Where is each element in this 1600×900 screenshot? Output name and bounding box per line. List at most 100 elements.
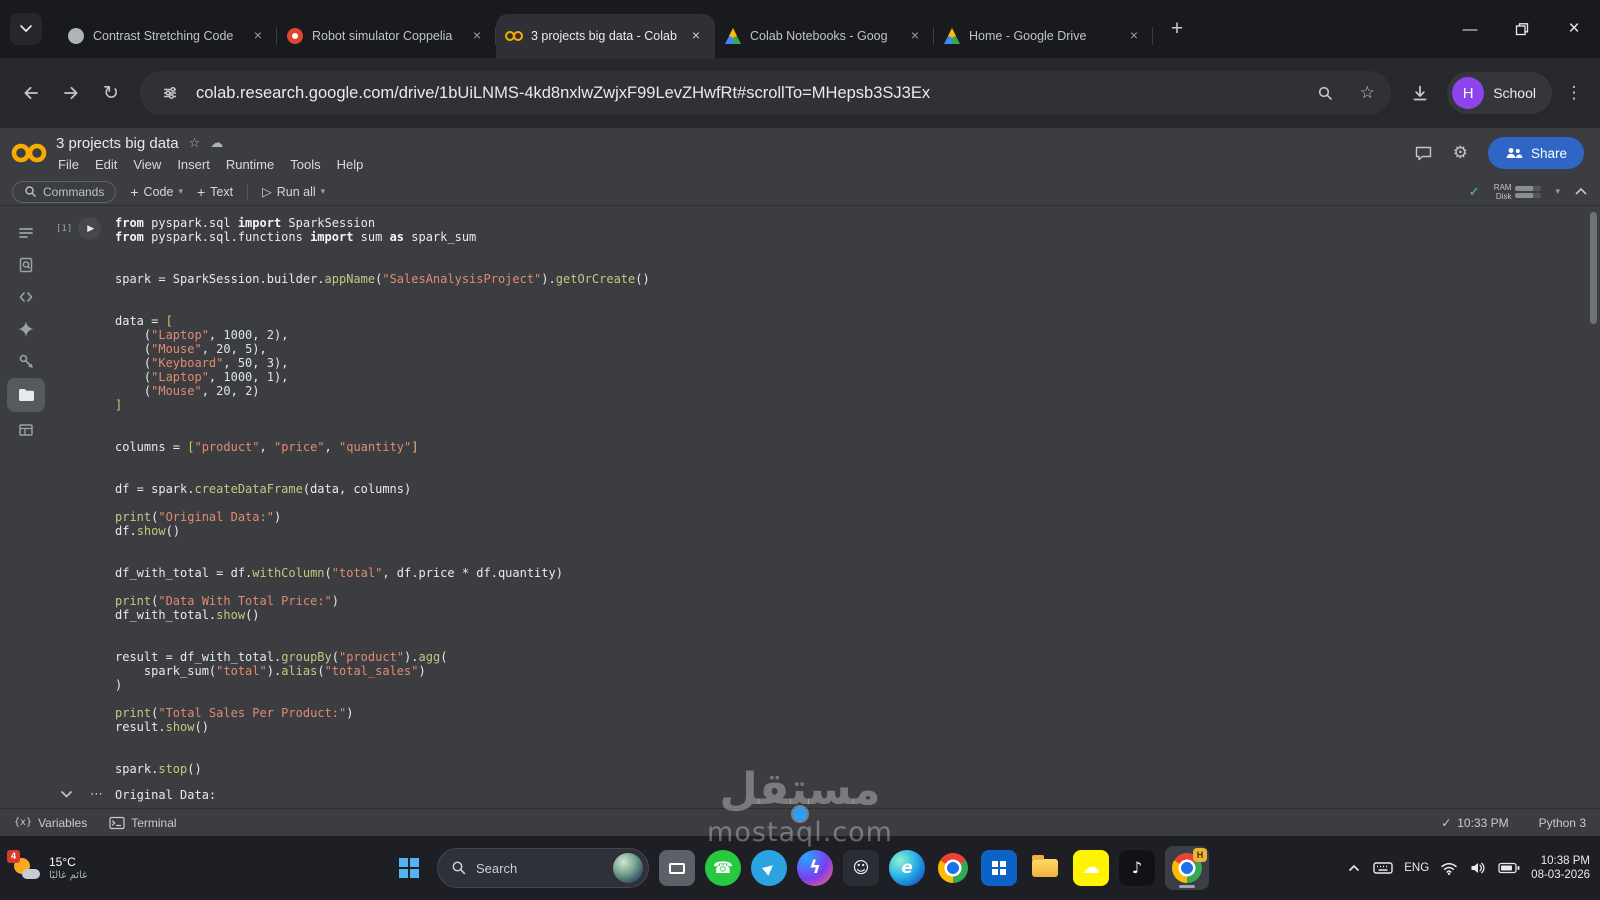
scrollbar-thumb[interactable] bbox=[1590, 212, 1597, 324]
file-explorer-taskbar-icon[interactable] bbox=[1027, 850, 1063, 886]
weather-temp: 15°C bbox=[49, 855, 76, 869]
code-snippets-icon[interactable] bbox=[7, 282, 45, 311]
divider bbox=[247, 184, 249, 199]
data-table-icon[interactable] bbox=[7, 415, 45, 444]
menu-item-insert[interactable]: Insert bbox=[169, 156, 218, 173]
close-button[interactable]: × bbox=[1548, 0, 1600, 58]
notebook-title[interactable]: 3 projects big data bbox=[56, 135, 179, 152]
tab-close-icon[interactable]: × bbox=[249, 27, 267, 45]
comments-button[interactable] bbox=[1414, 144, 1433, 162]
weather-widget[interactable]: 4 15°C غائم غالبًا bbox=[7, 850, 88, 882]
cell-more-icon[interactable]: ⋯ bbox=[90, 786, 104, 802]
system-tray: ENG 10:38 PM 08-03-2026 bbox=[1346, 854, 1590, 882]
run-cell-button[interactable]: ▶ bbox=[78, 217, 102, 240]
collapse-output-icon[interactable] bbox=[60, 790, 73, 799]
browser-tab[interactable]: Contrast Stretching Code × bbox=[58, 14, 277, 58]
tab-close-icon[interactable]: × bbox=[906, 27, 924, 45]
resource-meter[interactable]: RAM Disk bbox=[1494, 183, 1542, 201]
reload-button[interactable]: ↻ bbox=[92, 74, 130, 112]
tab-close-icon[interactable]: × bbox=[687, 27, 705, 45]
minimize-button[interactable]: — bbox=[1444, 0, 1496, 58]
start-button[interactable] bbox=[391, 850, 427, 886]
add-text-button[interactable]: + Text bbox=[197, 184, 233, 200]
whatsapp-glyph-icon: ☎ bbox=[713, 858, 733, 877]
commands-button[interactable]: Commands bbox=[12, 180, 117, 203]
profile-chip[interactable]: H School bbox=[1447, 72, 1552, 114]
tray-chevron-up-icon[interactable] bbox=[1346, 861, 1362, 875]
settings-gear-icon[interactable]: ⚙ bbox=[1453, 143, 1468, 163]
url-text[interactable]: colab.research.google.com/drive/1bUiLNMS… bbox=[196, 84, 1299, 103]
messenger-glyph-icon: ϟ bbox=[809, 857, 821, 878]
menu-item-edit[interactable]: Edit bbox=[87, 156, 125, 173]
add-code-button[interactable]: + Code ▾ bbox=[130, 184, 183, 200]
telegram-taskbar-icon[interactable]: ▶ bbox=[751, 850, 787, 886]
forward-button[interactable] bbox=[52, 74, 90, 112]
edge-taskbar-icon[interactable]: e bbox=[889, 850, 925, 886]
chrome-profile-taskbar-icon[interactable]: H bbox=[1165, 846, 1209, 890]
run-all-button[interactable]: ▷ Run all ▾ bbox=[262, 184, 326, 200]
browser-tab[interactable]: Colab Notebooks - Goog × bbox=[715, 14, 934, 58]
tab-close-icon[interactable]: × bbox=[1125, 27, 1143, 45]
output-preview: ⋯ Original Data: bbox=[52, 786, 1600, 802]
weather-condition: غائم غالبًا bbox=[49, 870, 88, 881]
downloads-button[interactable] bbox=[1401, 74, 1439, 112]
pinned-window-taskbar-icon[interactable] bbox=[659, 850, 695, 886]
menu-item-runtime[interactable]: Runtime bbox=[218, 156, 282, 173]
menu-item-tools[interactable]: Tools bbox=[282, 156, 328, 173]
weather-icon: 4 bbox=[7, 850, 40, 882]
back-button[interactable] bbox=[12, 74, 50, 112]
messenger-taskbar-icon[interactable]: ϟ bbox=[797, 850, 833, 886]
restore-button[interactable] bbox=[1496, 0, 1548, 58]
snapchat-taskbar-icon[interactable]: ☁ bbox=[1073, 850, 1109, 886]
code-area[interactable]: from pyspark.sql import SparkSession from… bbox=[115, 216, 1600, 776]
battery-icon[interactable] bbox=[1498, 861, 1520, 875]
microsoft-store-taskbar-icon[interactable] bbox=[981, 850, 1017, 886]
secrets-icon[interactable] bbox=[7, 346, 45, 375]
omnibox[interactable]: colab.research.google.com/drive/1bUiLNMS… bbox=[140, 71, 1392, 115]
variables-button[interactable]: {x} Variables bbox=[14, 816, 87, 830]
menu-item-file[interactable]: File bbox=[56, 156, 87, 173]
touch-keyboard-icon[interactable] bbox=[1373, 860, 1393, 876]
language-indicator[interactable]: ENG bbox=[1404, 862, 1429, 874]
chrome-taskbar-icon[interactable] bbox=[935, 850, 971, 886]
clock[interactable]: 10:38 PM 08-03-2026 bbox=[1531, 854, 1590, 882]
terminal-button[interactable]: Terminal bbox=[109, 816, 177, 830]
volume-icon[interactable] bbox=[1469, 860, 1487, 876]
browser-menu-button[interactable]: ⋮ bbox=[1560, 83, 1588, 103]
browser-tab[interactable]: 3 projects big data - Colab × bbox=[496, 14, 715, 58]
search-icon bbox=[25, 186, 36, 197]
gemini-icon[interactable] bbox=[7, 314, 45, 343]
chevron-down-icon: ▾ bbox=[320, 186, 326, 196]
new-tab-button[interactable]: + bbox=[1161, 13, 1193, 45]
tab-search-button[interactable] bbox=[10, 13, 42, 45]
share-button[interactable]: Share bbox=[1487, 137, 1584, 169]
taskbar-search[interactable]: Search bbox=[437, 848, 649, 888]
tiktok-taskbar-icon[interactable]: ♪ bbox=[1119, 850, 1155, 886]
browser-tab[interactable]: Home - Google Drive × bbox=[934, 14, 1153, 58]
whatsapp-taskbar-icon[interactable]: ☎ bbox=[705, 850, 741, 886]
bookmark-star-icon[interactable]: ☆ bbox=[1351, 77, 1383, 109]
resources-dropdown-icon[interactable]: ▾ bbox=[1555, 186, 1560, 197]
tab-close-icon[interactable]: × bbox=[468, 27, 486, 45]
discord-taskbar-icon[interactable]: ☺ bbox=[843, 850, 879, 886]
kernel-name[interactable]: Python 3 bbox=[1539, 816, 1586, 830]
menu-item-view[interactable]: View bbox=[125, 156, 169, 173]
zoom-icon[interactable] bbox=[1309, 77, 1341, 109]
files-icon[interactable] bbox=[7, 378, 45, 412]
code-cell[interactable]: [1] ▶ from pyspark.sql import SparkSessi… bbox=[52, 216, 1600, 776]
browser-tab[interactable]: Robot simulator Coppelia × bbox=[277, 14, 496, 58]
find-replace-icon[interactable] bbox=[7, 250, 45, 279]
cell-gutter: [1] ▶ bbox=[56, 217, 102, 240]
collapse-header-icon[interactable] bbox=[1574, 187, 1588, 196]
profile-name: School bbox=[1493, 85, 1536, 101]
wifi-icon[interactable] bbox=[1440, 860, 1458, 876]
menu-item-help[interactable]: Help bbox=[329, 156, 372, 173]
tune-icon bbox=[164, 86, 176, 100]
add-code-label: Code bbox=[143, 184, 174, 199]
star-notebook-icon[interactable]: ☆ bbox=[189, 135, 201, 151]
table-of-contents-icon[interactable] bbox=[7, 218, 45, 247]
site-info-icon[interactable] bbox=[154, 77, 186, 109]
